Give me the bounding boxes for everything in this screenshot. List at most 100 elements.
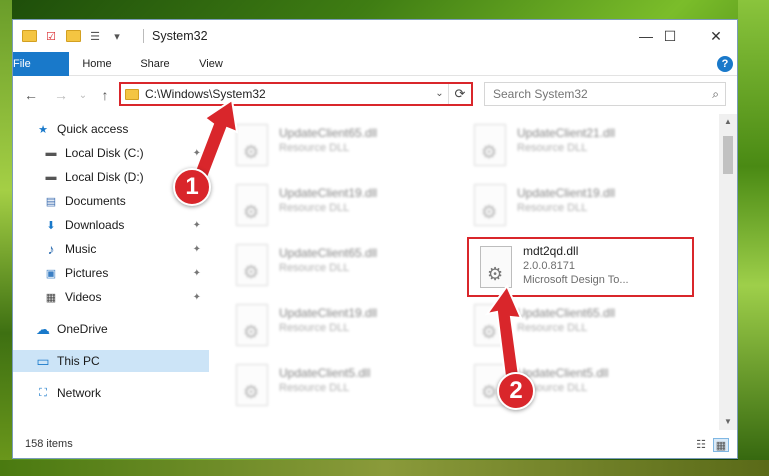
file-item[interactable]: ⚙ UpdateClient65.dll Resource DLL xyxy=(233,240,463,298)
address-bar[interactable]: C:\Windows\System32 ⌄ ⟳ xyxy=(119,82,473,106)
large-icons-view-icon[interactable]: ▦ xyxy=(713,438,729,452)
file-item[interactable]: ⚙ UpdateClient65.dll Resource DLL xyxy=(471,300,701,358)
file-name: UpdateClient19.dll xyxy=(517,186,616,200)
dll-file-icon: ⚙ xyxy=(233,124,271,170)
help-icon[interactable]: ? xyxy=(717,56,733,72)
customize-toolbar-icon[interactable]: ☰ xyxy=(87,28,103,44)
file-item[interactable]: ⚙ UpdateClient65.dll Resource DLL xyxy=(233,120,463,178)
file-item[interactable]: ⚙ UpdateClient19.dll Resource DLL xyxy=(471,180,701,238)
title-separator xyxy=(143,29,144,43)
pin-icon: ✦ xyxy=(192,219,201,231)
refresh-button[interactable]: ⟳ xyxy=(449,86,471,102)
ribbon-tabs: File Home Share View ? xyxy=(13,52,737,110)
file-name: UpdateClient65.dll xyxy=(517,306,616,320)
network-icon: ⛶ xyxy=(39,386,47,399)
sidebar-item-label: Videos xyxy=(65,290,102,304)
file-type: Resource DLL xyxy=(517,322,588,334)
details-view-icon[interactable]: ☷ xyxy=(693,438,709,452)
folder-icon xyxy=(125,88,139,100)
sidebar-item-label: Music xyxy=(65,242,97,256)
file-type: Resource DLL xyxy=(279,262,350,274)
sidebar-item-label: Documents xyxy=(65,194,126,208)
scrollbar-thumb[interactable] xyxy=(723,136,733,174)
forward-button[interactable]: → xyxy=(51,85,71,105)
file-item[interactable]: ⚙ UpdateClient21.dll Resource DLL xyxy=(471,120,701,178)
navigation-pane: ★ Quick access ▬ Local Disk (C:) ✦ ▬ Loc… xyxy=(13,114,209,430)
sidebar-item-music[interactable]: ♪ Music ✦ xyxy=(13,238,209,260)
onedrive-icon: ☁ xyxy=(36,320,50,337)
tab-share[interactable]: Share xyxy=(133,52,177,76)
scroll-down-icon[interactable]: ▼ xyxy=(719,414,737,430)
step-1-badge: 1 xyxy=(173,168,211,206)
sidebar-item-downloads[interactable]: ⬇ Downloads ✦ xyxy=(13,214,209,236)
search-box[interactable]: ⌕ xyxy=(484,82,726,106)
dll-file-icon: ⚙ xyxy=(471,304,509,350)
toolbar-dropdown-icon[interactable]: ▾ xyxy=(109,28,125,44)
dll-file-icon: ⚙ xyxy=(233,184,271,230)
desktop-background-right xyxy=(738,0,769,476)
file-name: UpdateClient19.dll xyxy=(279,306,378,320)
drive-icon: ▬ xyxy=(45,147,57,159)
search-icon[interactable]: ⌕ xyxy=(712,87,719,102)
highlight-file-box xyxy=(467,237,694,297)
downloads-icon: ⬇ xyxy=(46,219,56,232)
close-button[interactable]: ✕ xyxy=(693,20,737,52)
sidebar-item-local-disk-c[interactable]: ▬ Local Disk (C:) ✦ xyxy=(13,142,209,164)
vertical-scrollbar[interactable]: ▲ ▼ xyxy=(719,114,737,430)
step-2-badge: 2 xyxy=(497,372,535,410)
file-item[interactable]: ⚙ UpdateClient19.dll Resource DLL xyxy=(233,180,463,238)
file-name: UpdateClient65.dll xyxy=(279,126,378,140)
tab-view[interactable]: View xyxy=(189,52,233,76)
search-input[interactable] xyxy=(485,83,685,105)
file-name: UpdateClient65.dll xyxy=(279,246,378,260)
file-item[interactable]: ⚙ UpdateClient5.dll Resource DLL xyxy=(233,360,463,418)
back-button[interactable]: ← xyxy=(21,85,41,105)
drive-icon: ▬ xyxy=(45,171,57,183)
sidebar-item-label: Local Disk (C:) xyxy=(65,146,144,160)
sidebar-item-pictures[interactable]: ▣ Pictures ✦ xyxy=(13,262,209,284)
desktop-background-left xyxy=(0,0,12,476)
file-type: Resource DLL xyxy=(517,202,588,214)
sidebar-item-onedrive[interactable]: ☁ OneDrive xyxy=(13,318,209,340)
new-folder-icon[interactable] xyxy=(65,28,81,44)
recent-locations-button[interactable]: ⌄ xyxy=(73,85,93,105)
navigation-bar: ← → ⌄ ↑ C:\Windows\System32 ⌄ ⟳ ⌕ xyxy=(13,76,737,114)
file-type: Resource DLL xyxy=(279,142,350,154)
pin-icon: ✦ xyxy=(192,147,201,159)
address-text[interactable]: C:\Windows\System32 xyxy=(145,87,431,101)
sidebar-item-label: Network xyxy=(57,386,102,400)
pin-icon: ✦ xyxy=(192,267,201,279)
sidebar-item-label: Quick access xyxy=(57,122,129,136)
up-button[interactable]: ↑ xyxy=(95,85,115,105)
pictures-icon: ▣ xyxy=(45,267,57,280)
sidebar-item-network[interactable]: ⛶ Network xyxy=(13,382,209,404)
quick-access-toolbar: ☑ ☰ ▾ xyxy=(21,28,125,44)
file-item[interactable]: ⚙ UpdateClient19.dll Resource DLL xyxy=(233,300,463,358)
file-type: Resource DLL xyxy=(279,202,350,214)
file-name: UpdateClient5.dll xyxy=(517,366,609,380)
item-count: 158 items xyxy=(25,438,73,450)
sidebar-item-quick-access[interactable]: ★ Quick access xyxy=(13,118,209,140)
sidebar-item-label: OneDrive xyxy=(57,322,108,336)
dll-file-icon: ⚙ xyxy=(233,244,271,290)
address-dropdown-button[interactable]: ⌄ xyxy=(431,84,449,104)
file-type: Resource DLL xyxy=(517,142,588,154)
maximize-button[interactable]: ☐ xyxy=(647,20,693,52)
desktop-background-bottom xyxy=(0,460,769,476)
status-bar: 158 items ☷ ▦ xyxy=(13,430,737,458)
folder-icon xyxy=(21,28,37,44)
dll-file-icon: ⚙ xyxy=(471,184,509,230)
pin-icon: ✦ xyxy=(192,291,201,303)
sidebar-item-label: Local Disk (D:) xyxy=(65,170,144,184)
videos-icon: ▦ xyxy=(45,291,57,304)
sidebar-item-videos[interactable]: ▦ Videos ✦ xyxy=(13,286,209,308)
sidebar-item-label: Pictures xyxy=(65,266,109,280)
scroll-up-icon[interactable]: ▲ xyxy=(719,114,737,130)
properties-icon[interactable]: ☑ xyxy=(43,28,59,44)
documents-icon: ▤ xyxy=(45,195,57,208)
tab-home[interactable]: Home xyxy=(75,52,119,76)
pin-icon: ✦ xyxy=(192,243,201,255)
window-title: System32 xyxy=(152,29,208,43)
sidebar-item-this-pc[interactable]: ▭ This PC xyxy=(13,350,209,372)
dll-file-icon: ⚙ xyxy=(233,304,271,350)
